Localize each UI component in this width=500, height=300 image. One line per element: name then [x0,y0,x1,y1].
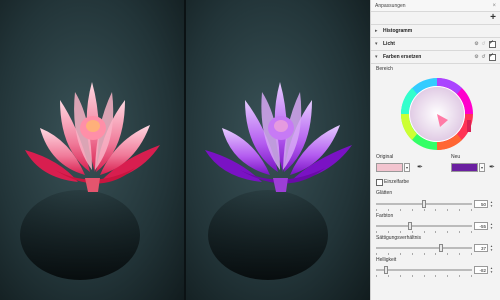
original-label: Original [376,154,394,160]
settings-icon[interactable]: ⚙ [473,41,480,47]
slider-label-saettigung: Sättigungsverhältnis [376,235,422,241]
photo-comparison [0,0,370,300]
enable-checkbox[interactable] [489,39,496,48]
original-dropdown-button[interactable]: ▾ [404,163,410,172]
section-label: Farben ersetzen [383,54,422,60]
range-label: Bereich [376,66,393,72]
panel-title: Anpassungen [375,2,406,9]
expand-arrow-icon[interactable]: ▸ [375,28,383,34]
slider-label-helligkeit: Helligkeit [376,257,397,263]
section-licht[interactable]: ▾ Licht ⚙ ↺ [371,38,500,51]
hue-slider[interactable] [376,222,472,230]
add-icon[interactable]: + [490,13,496,23]
section-histogramm[interactable]: ▸ Histogramm [371,25,500,38]
close-icon[interactable]: × [492,3,496,9]
add-adjustment-row: + [371,12,500,25]
section-farben-ersetzen[interactable]: ▾ Farben ersetzen ⚙ ↺ [371,51,500,64]
eyedropper-icon[interactable]: ✒ [489,163,495,171]
collapse-arrow-icon[interactable]: ▾ [375,41,383,47]
section-label: Licht [383,41,395,47]
reset-icon[interactable]: ↺ [480,54,487,60]
brightness-value[interactable]: -82 [474,266,488,274]
single-color-checkbox[interactable] [376,179,383,186]
eyedropper-icon[interactable]: ✒ [417,163,423,171]
original-color-swatch[interactable] [376,163,403,172]
color-wheel[interactable] [399,76,475,152]
single-color-label: Einzelfarbe [384,179,410,185]
saturation-value[interactable]: 37 [474,244,488,252]
ring-handle[interactable] [467,120,471,132]
adjustments-panel: Anpassungen × + ▸ Histogramm ▾ Licht ⚙ ↺… [370,0,500,300]
brightness-slider[interactable] [376,266,472,274]
slider-label-farbton: Farbton [376,213,394,219]
enable-checkbox[interactable] [489,52,496,61]
spinner-icon[interactable]: ▲ ▼ [489,222,494,230]
new-dropdown-button[interactable]: ▾ [479,163,485,172]
smoothing-slider[interactable] [376,200,472,208]
spinner-icon[interactable]: ▲ ▼ [489,266,494,274]
panel-title-bar: Anpassungen × [371,0,500,12]
collapse-arrow-icon[interactable]: ▾ [375,54,383,60]
saturation-slider[interactable] [376,244,472,252]
reset-icon[interactable]: ↺ [480,41,487,47]
settings-icon[interactable]: ⚙ [473,54,480,60]
hue-value[interactable]: -55 [474,222,488,230]
new-label: Neu [451,154,461,160]
spinner-icon[interactable]: ▲ ▼ [489,200,494,208]
section-label: Histogramm [383,28,413,34]
slider-label-glaetten: Glätten [376,190,393,196]
smoothing-value[interactable]: 50 [474,200,488,208]
new-color-swatch[interactable] [451,163,478,172]
spinner-icon[interactable]: ▲ ▼ [489,244,494,252]
